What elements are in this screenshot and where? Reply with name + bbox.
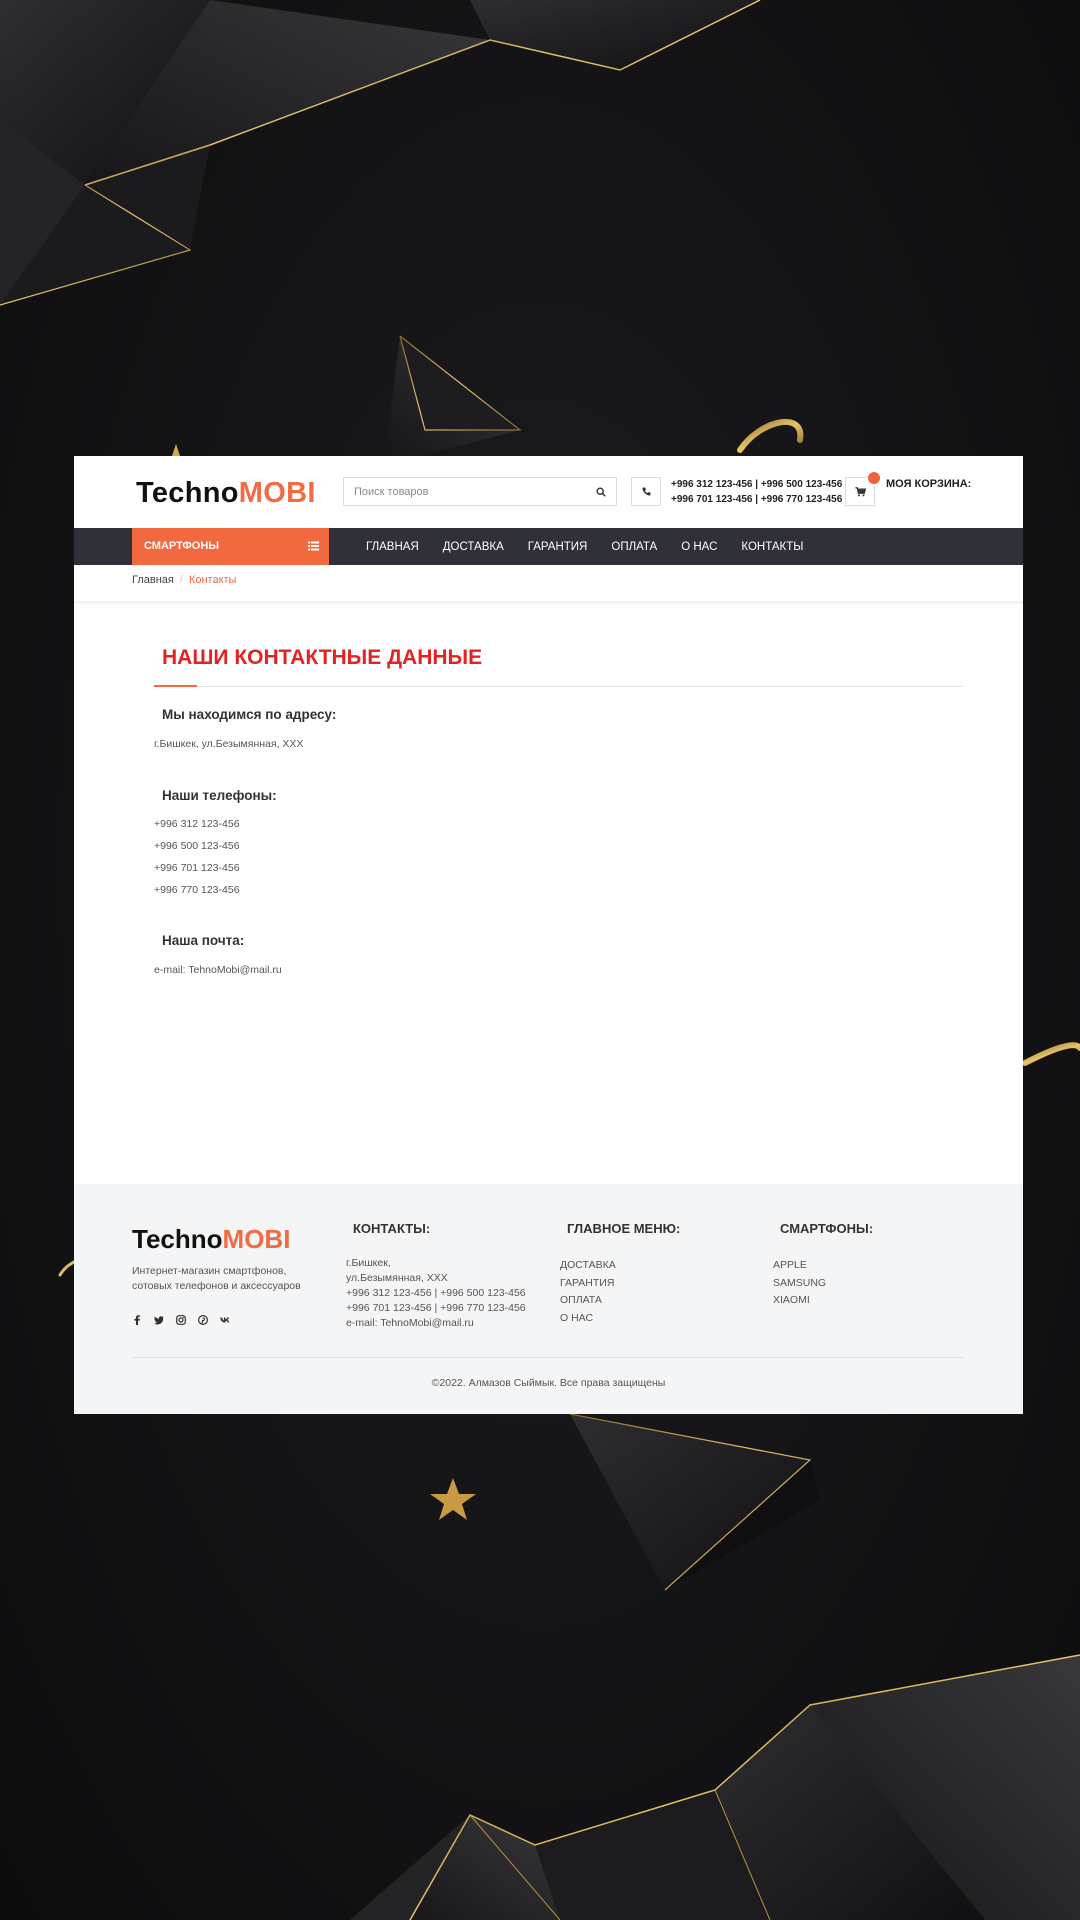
footer-contact-line: г.Бишкек, [346, 1257, 391, 1269]
search-box [343, 477, 617, 506]
phone-button[interactable] [631, 477, 661, 506]
footer-divider [132, 1357, 965, 1358]
logo-part-mobi: MOBI [238, 477, 316, 509]
breadcrumb-home-link[interactable]: Главная [132, 574, 174, 586]
cart-label[interactable]: МОЯ КОРЗИНА: [886, 478, 971, 490]
instagram-icon[interactable] [176, 1315, 186, 1325]
site-footer: TechnoMOBI Интернет-магазин смартфонов, … [74, 1184, 1023, 1414]
phone-number[interactable]: +996 701 123-456 [154, 862, 240, 874]
footer-menu-item-about[interactable]: О НАС [560, 1310, 616, 1328]
phones-heading: Наши телефоны: [162, 788, 277, 803]
logo-part-techno: Techno [136, 477, 239, 509]
cart-icon [855, 486, 866, 496]
footer-logo[interactable]: TechnoMOBI [132, 1224, 290, 1255]
footer-smartphones-list: APPLE SAMSUNG XIAOMI [773, 1257, 826, 1310]
category-menu-label: СМАРТФОНЫ [144, 540, 220, 552]
phone-number[interactable]: +996 770 123-456 [154, 884, 240, 896]
footer-contacts-list: г.Бишкек, ул.Безымянная, XXX +996 312 12… [346, 1256, 526, 1331]
breadcrumb-current: Контакты [188, 574, 237, 586]
nav-link-home[interactable]: ГЛАВНАЯ [366, 541, 419, 553]
footer-smartphones-heading: СМАРТФОНЫ: [780, 1221, 874, 1236]
breadcrumb-separator: / [179, 574, 183, 586]
breadcrumb-divider [74, 601, 1023, 605]
cart-count-badge [868, 472, 880, 484]
header-phone-line[interactable]: +996 312 123-456 | +996 500 123-456 [671, 477, 842, 492]
nav-link-warranty[interactable]: ГАРАНТИЯ [528, 541, 588, 553]
footer-brand-samsung[interactable]: SAMSUNG [773, 1275, 826, 1293]
search-icon [596, 486, 606, 497]
main-navbar: СМАРТФОНЫ ГЛАВНАЯ ДОСТАВКА ГАРАНТИЯ ОПЛА… [74, 528, 1023, 565]
footer-contact-line[interactable]: +996 312 123-456 | +996 500 123-456 [346, 1286, 526, 1301]
twitter-icon[interactable] [154, 1315, 164, 1325]
nav-link-contacts[interactable]: КОНТАКТЫ [741, 541, 803, 553]
footer-menu-list: ДОСТАВКА ГАРАНТИЯ ОПЛАТА О НАС [560, 1257, 616, 1327]
social-links [132, 1315, 242, 1325]
title-accent-bar [154, 685, 197, 687]
address-heading: Мы находимся по адресу: [162, 707, 337, 722]
page-panel: TechnoMOBI +996 312 123-456 | +996 500 1… [74, 456, 1023, 1414]
pinterest-icon[interactable] [198, 1315, 208, 1325]
copyright-text: ©2022. Алмазов Сыймык. Все права защищен… [431, 1377, 666, 1389]
email-text[interactable]: e-mail: TehnoMobi@mail.ru [154, 964, 282, 976]
breadcrumb: Главная / Контакты [132, 574, 236, 586]
title-divider [154, 686, 964, 687]
nav-link-payment[interactable]: ОПЛАТА [611, 541, 657, 553]
footer-menu-item-payment[interactable]: ОПЛАТА [560, 1292, 616, 1310]
search-input[interactable] [344, 478, 584, 505]
footer-description: Интернет-магазин смартфонов, сотовых тел… [132, 1265, 301, 1292]
header-phones: +996 312 123-456 | +996 500 123-456 +996… [671, 477, 842, 507]
logo-part-techno: Techno [132, 1224, 223, 1254]
phone-icon [642, 487, 651, 496]
vk-icon[interactable] [220, 1315, 230, 1325]
footer-contact-line: ул.Безымянная, XXX [346, 1272, 448, 1284]
facebook-icon[interactable] [132, 1315, 142, 1325]
nav-link-delivery[interactable]: ДОСТАВКА [443, 541, 504, 553]
email-heading: Наша почта: [162, 933, 245, 948]
nav-links: ГЛАВНАЯ ДОСТАВКА ГАРАНТИЯ ОПЛАТА О НАС К… [366, 528, 827, 565]
footer-contacts-heading: КОНТАКТЫ: [353, 1221, 431, 1236]
footer-brand-xiaomi[interactable]: XIAOMI [773, 1292, 826, 1310]
logo-part-mobi: MOBI [222, 1224, 291, 1254]
nav-link-about[interactable]: О НАС [681, 541, 717, 553]
address-text: г.Бишкек, ул.Безымянная, XXX [154, 738, 304, 750]
header-phone-line[interactable]: +996 701 123-456 | +996 770 123-456 [671, 492, 842, 507]
footer-menu-item-warranty[interactable]: ГАРАНТИЯ [560, 1275, 616, 1293]
footer-menu-heading: ГЛАВНОЕ МЕНЮ: [567, 1221, 681, 1236]
search-button[interactable] [586, 478, 616, 505]
footer-contact-line[interactable]: +996 701 123-456 | +996 770 123-456 [346, 1301, 526, 1316]
site-logo[interactable]: TechnoMOBI [136, 477, 316, 510]
site-header: TechnoMOBI +996 312 123-456 | +996 500 1… [74, 456, 1023, 528]
list-icon [308, 541, 319, 551]
phone-number[interactable]: +996 312 123-456 [154, 818, 240, 830]
page-title: НАШИ КОНТАКТНЫЕ ДАННЫЕ [162, 646, 483, 669]
category-menu-button[interactable]: СМАРТФОНЫ [132, 528, 329, 565]
footer-menu-item-delivery[interactable]: ДОСТАВКА [560, 1257, 616, 1275]
phone-number[interactable]: +996 500 123-456 [154, 840, 240, 852]
footer-contact-line[interactable]: e-mail: TehnoMobi@mail.ru [346, 1316, 526, 1331]
footer-brand-apple[interactable]: APPLE [773, 1257, 826, 1275]
